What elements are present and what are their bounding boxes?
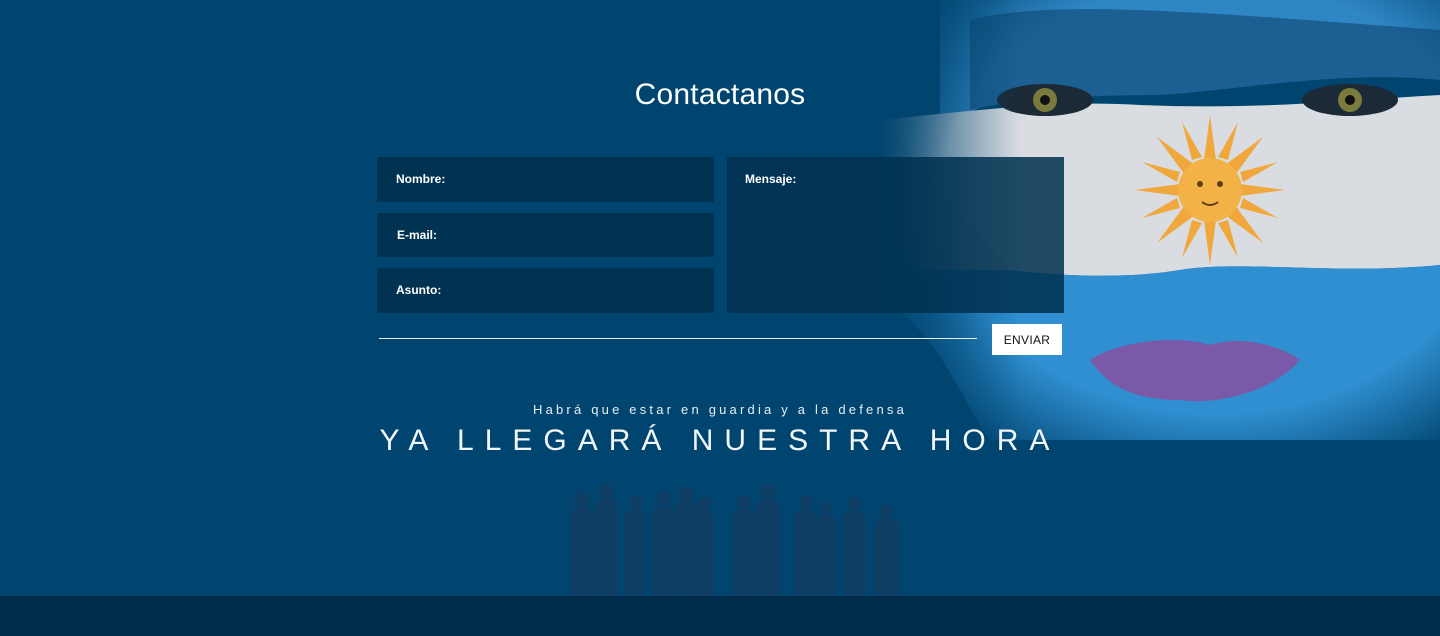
name-field-label: Nombre: <box>396 172 446 186</box>
email-field-label: E-mail: <box>397 228 438 242</box>
slogan-subtitle: Habrá que estar en guardia y a la defens… <box>532 402 908 417</box>
email-field[interactable]: E-mail: <box>377 213 714 257</box>
slogan-headline: YA LLEGARÁ NUESTRA HORA <box>379 424 1061 457</box>
hero-section: Contactanos Nombre: E-mail: Asunto: Mens… <box>0 0 1440 596</box>
crowd-silhouette-image <box>570 484 900 596</box>
subject-field-label: Asunto: <box>396 283 442 297</box>
footer-bar <box>0 596 1440 636</box>
subject-field[interactable]: Asunto: <box>377 268 714 313</box>
message-field-label: Mensaje: <box>745 172 797 186</box>
send-button[interactable]: ENVIAR <box>992 324 1062 355</box>
message-field[interactable]: Mensaje: <box>727 157 1064 313</box>
form-divider <box>379 338 977 339</box>
page-title: Contactanos <box>634 78 806 111</box>
name-field[interactable]: Nombre: <box>377 157 714 202</box>
